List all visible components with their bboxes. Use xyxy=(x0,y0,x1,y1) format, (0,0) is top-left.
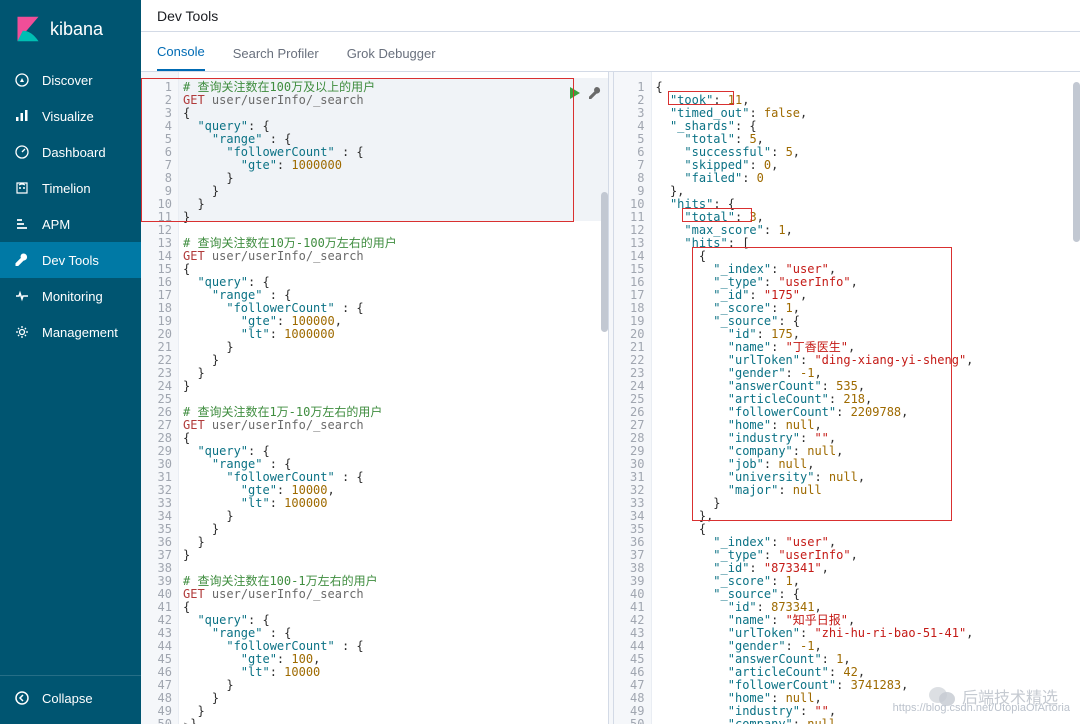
main-area: Dev Tools Console Search Profiler Grok Deb… xyxy=(141,0,1080,724)
tab-console[interactable]: Console xyxy=(157,44,205,71)
gear-icon xyxy=(14,324,30,340)
nav-list: Discover Visualize Dashboard Timelion APM Dev… xyxy=(0,58,141,675)
chart-icon xyxy=(14,108,30,124)
apm-icon xyxy=(14,216,30,232)
dashboard-icon xyxy=(14,144,30,160)
nav-item-apm[interactable]: APM xyxy=(0,206,141,242)
nav-item-management[interactable]: Management xyxy=(0,314,141,350)
nav-label: Monitoring xyxy=(42,289,103,304)
tabs: Console Search Profiler Grok Debugger xyxy=(141,32,1080,72)
kibana-logo-icon xyxy=(14,15,42,43)
nav-label: Timelion xyxy=(42,181,91,196)
response-pane: 1234567891011121314151617181920212223242… xyxy=(614,72,1080,724)
logo-area: kibana xyxy=(0,0,141,58)
request-pane[interactable]: 1234567891011121314151617181920212223242… xyxy=(141,72,608,724)
wrench-icon[interactable] xyxy=(588,86,602,100)
sidebar: kibana Discover Visualize Dashboard Timelio… xyxy=(0,0,141,724)
collapse-button[interactable]: Collapse xyxy=(0,675,141,724)
nav-item-dev-tools[interactable]: Dev Tools xyxy=(0,242,141,278)
timelion-icon xyxy=(14,180,30,196)
nav-label: Management xyxy=(42,325,118,340)
nav-label: Discover xyxy=(42,73,93,88)
scrollbar-thumb[interactable] xyxy=(1073,82,1080,242)
page-header: Dev Tools xyxy=(141,0,1080,32)
page-title: Dev Tools xyxy=(157,8,218,24)
nav-item-dashboard[interactable]: Dashboard xyxy=(0,134,141,170)
tab-grok-debugger[interactable]: Grok Debugger xyxy=(347,46,436,71)
response-code: { "took": 11, "timed_out": false, "_shar… xyxy=(652,72,1080,724)
scrollbar-thumb[interactable] xyxy=(601,192,608,332)
nav-item-monitoring[interactable]: Monitoring xyxy=(0,278,141,314)
nav-item-discover[interactable]: Discover xyxy=(0,62,141,98)
play-icon[interactable] xyxy=(568,86,582,100)
response-gutter: 1234567891011121314151617181920212223242… xyxy=(614,72,652,724)
tab-search-profiler[interactable]: Search Profiler xyxy=(233,46,319,71)
nav-label: Visualize xyxy=(42,109,94,124)
wrench-icon xyxy=(14,252,30,268)
request-code[interactable]: # 查询关注数在100万及以上的用户GET user/userInfo/_sea… xyxy=(179,72,608,724)
nav-label: APM xyxy=(42,217,70,232)
compass-icon xyxy=(14,72,30,88)
collapse-label: Collapse xyxy=(42,691,93,706)
editor-area: 1234567891011121314151617181920212223242… xyxy=(141,72,1080,724)
request-gutter: 1234567891011121314151617181920212223242… xyxy=(141,72,179,724)
nav-label: Dev Tools xyxy=(42,253,99,268)
nav-item-timelion[interactable]: Timelion xyxy=(0,170,141,206)
nav-label: Dashboard xyxy=(42,145,106,160)
collapse-icon xyxy=(14,690,30,706)
heartbeat-icon xyxy=(14,288,30,304)
nav-item-visualize[interactable]: Visualize xyxy=(0,98,141,134)
brand-name: kibana xyxy=(50,19,103,40)
